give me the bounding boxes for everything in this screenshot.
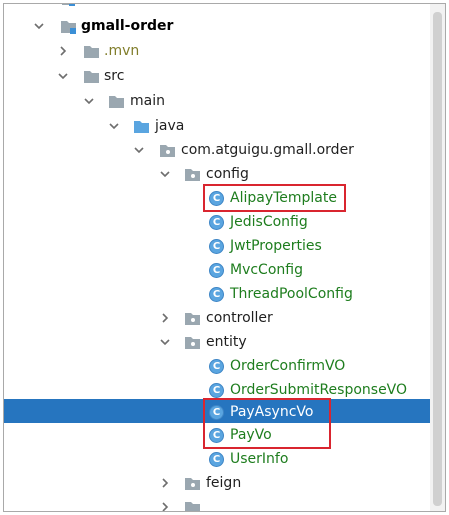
module-folder-icon	[61, 21, 76, 34]
chevron-right-icon[interactable]	[158, 311, 172, 325]
class-name: MvcConfig	[230, 262, 303, 278]
folder-icon	[84, 46, 99, 58]
project-tree-panel: gmall-order .mvn src main java com.atgui…	[3, 3, 446, 512]
chevron-down-icon[interactable]	[32, 19, 46, 33]
class-name: ThreadPoolConfig	[230, 286, 353, 302]
chevron-down-icon[interactable]	[82, 94, 96, 108]
class-icon: C	[209, 452, 224, 467]
class-name: OrderSubmitResponseVO	[230, 382, 408, 398]
package-icon	[185, 478, 200, 490]
source-folder-icon	[134, 121, 149, 133]
class-icon: C	[209, 383, 224, 398]
highlight-box-pay-classes	[203, 398, 331, 449]
package-name: com.atguigu.gmall.order	[181, 142, 354, 158]
package-icon	[185, 337, 200, 349]
project-tree: gmall-order .mvn src main java com.atgui…	[4, 4, 430, 511]
module-icon	[62, 4, 75, 6]
folder-name: java	[155, 118, 185, 134]
tree-item-src[interactable]: src	[4, 64, 430, 88]
chevron-down-icon[interactable]	[158, 335, 172, 349]
tree-row-partial	[4, 4, 430, 11]
class-name: UserInfo	[230, 451, 289, 467]
class-icon: C	[209, 239, 224, 254]
tree-item-config[interactable]: config	[4, 162, 430, 186]
tree-item-class[interactable]: C OrderConfirmVO	[4, 354, 430, 378]
highlight-box-alipay-template	[203, 184, 346, 212]
package-name: config	[206, 166, 249, 182]
tree-item-class[interactable]: C ThreadPoolConfig	[4, 282, 430, 306]
chevron-down-icon[interactable]	[107, 119, 121, 133]
chevron-right-icon	[162, 502, 169, 511]
tree-item-entity[interactable]: entity	[4, 330, 430, 354]
tree-item-class[interactable]: C JwtProperties	[4, 234, 430, 258]
tree-item-class[interactable]: C JedisConfig	[4, 210, 430, 234]
class-name: OrderConfirmVO	[230, 358, 346, 374]
folder-name: main	[130, 93, 165, 109]
package-icon	[185, 313, 200, 325]
class-icon: C	[209, 215, 224, 230]
class-name: JedisConfig	[230, 214, 308, 230]
tree-item-mvn[interactable]: .mvn	[4, 39, 430, 63]
chevron-down-icon[interactable]	[132, 143, 146, 157]
class-icon: C	[209, 359, 224, 374]
module-name: gmall-order	[81, 18, 174, 34]
package-name: entity	[206, 334, 247, 350]
tree-item-java[interactable]: java	[4, 114, 430, 138]
tree-item-feign[interactable]: feign	[4, 471, 430, 495]
tree-item-main[interactable]: main	[4, 89, 430, 113]
chevron-right-icon[interactable]	[56, 44, 70, 58]
tree-row-partial	[4, 495, 430, 511]
package-name: feign	[206, 475, 242, 491]
package-icon	[185, 502, 200, 511]
package-icon	[185, 169, 200, 181]
tree-item-controller[interactable]: controller	[4, 306, 430, 330]
package-icon	[160, 145, 175, 157]
chevron-down-icon[interactable]	[56, 69, 70, 83]
folder-icon	[109, 96, 124, 108]
folder-name: src	[104, 68, 125, 84]
chevron-right-icon[interactable]	[158, 476, 172, 490]
tree-item-module[interactable]: gmall-order	[4, 14, 430, 38]
vertical-scrollbar[interactable]	[430, 4, 445, 511]
chevron-down-icon[interactable]	[158, 167, 172, 181]
class-icon: C	[209, 287, 224, 302]
class-name: JwtProperties	[230, 238, 322, 254]
tree-item-class[interactable]: C MvcConfig	[4, 258, 430, 282]
tree-item-package[interactable]: com.atguigu.gmall.order	[4, 138, 430, 162]
package-name: controller	[206, 310, 273, 326]
folder-icon	[84, 71, 99, 83]
scrollbar-thumb[interactable]	[433, 12, 442, 506]
folder-name: .mvn	[104, 43, 140, 59]
class-icon: C	[209, 263, 224, 278]
tree-item-class[interactable]: C UserInfo	[4, 447, 430, 471]
